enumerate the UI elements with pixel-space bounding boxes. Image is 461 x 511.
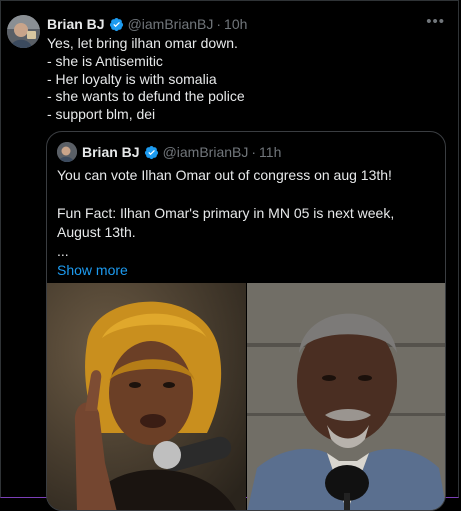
quoted-ellipsis: ... [57, 243, 69, 259]
tweet-line: - Her loyalty is with somalia [47, 70, 217, 87]
quoted-tweet-text: You can vote Ilhan Omar out of congress … [57, 166, 437, 280]
tweet-line: - support blm, dei [47, 106, 156, 123]
verified-badge-icon [144, 145, 158, 159]
author-name[interactable]: Brian BJ [47, 16, 105, 32]
quoted-tweet-timestamp: 11h [259, 144, 282, 160]
more-dots-icon[interactable]: ••• [426, 13, 445, 30]
tweet-text: Yes, let bring ilhan omar down. - she is… [47, 35, 447, 124]
tweet-line: - she is Antisemitic [47, 52, 163, 69]
quoted-author-handle: @iamBrianBJ [162, 144, 249, 160]
quoted-line: You can vote Ilhan Omar out of congress … [57, 167, 392, 183]
media-image-right[interactable] [247, 283, 445, 510]
quoted-tweet-header: Brian BJ @iamBrianBJ · 11h [57, 142, 281, 162]
author-avatar[interactable] [7, 15, 40, 48]
separator-dot: · [216, 16, 222, 32]
quoted-media-grid [47, 283, 445, 510]
tweet-line: Yes, let bring ilhan omar down. [47, 35, 238, 51]
separator-dot: · [251, 144, 257, 160]
photo-woman-headscarf [47, 283, 246, 510]
quoted-avatar-image [57, 142, 77, 162]
photo-man-suit [247, 283, 445, 510]
tweet-header: Brian BJ @iamBrianBJ · 10h [47, 14, 449, 34]
show-more-link[interactable]: Show more [57, 262, 128, 278]
tweet-line: - she wants to defund the police [47, 88, 245, 105]
tweet-timestamp[interactable]: 10h [224, 16, 247, 32]
quoted-tweet[interactable]: Brian BJ @iamBrianBJ · 11h You can vote … [46, 131, 446, 511]
verified-badge-icon [109, 17, 123, 31]
quoted-author-name: Brian BJ [82, 144, 140, 160]
quoted-line: Fun Fact: Ilhan Omar's primary in MN 05 … [57, 205, 395, 240]
author-handle[interactable]: @iamBrianBJ [128, 16, 214, 32]
quoted-author-avatar [57, 142, 77, 162]
media-image-left[interactable] [47, 283, 246, 510]
avatar-image [7, 15, 40, 48]
